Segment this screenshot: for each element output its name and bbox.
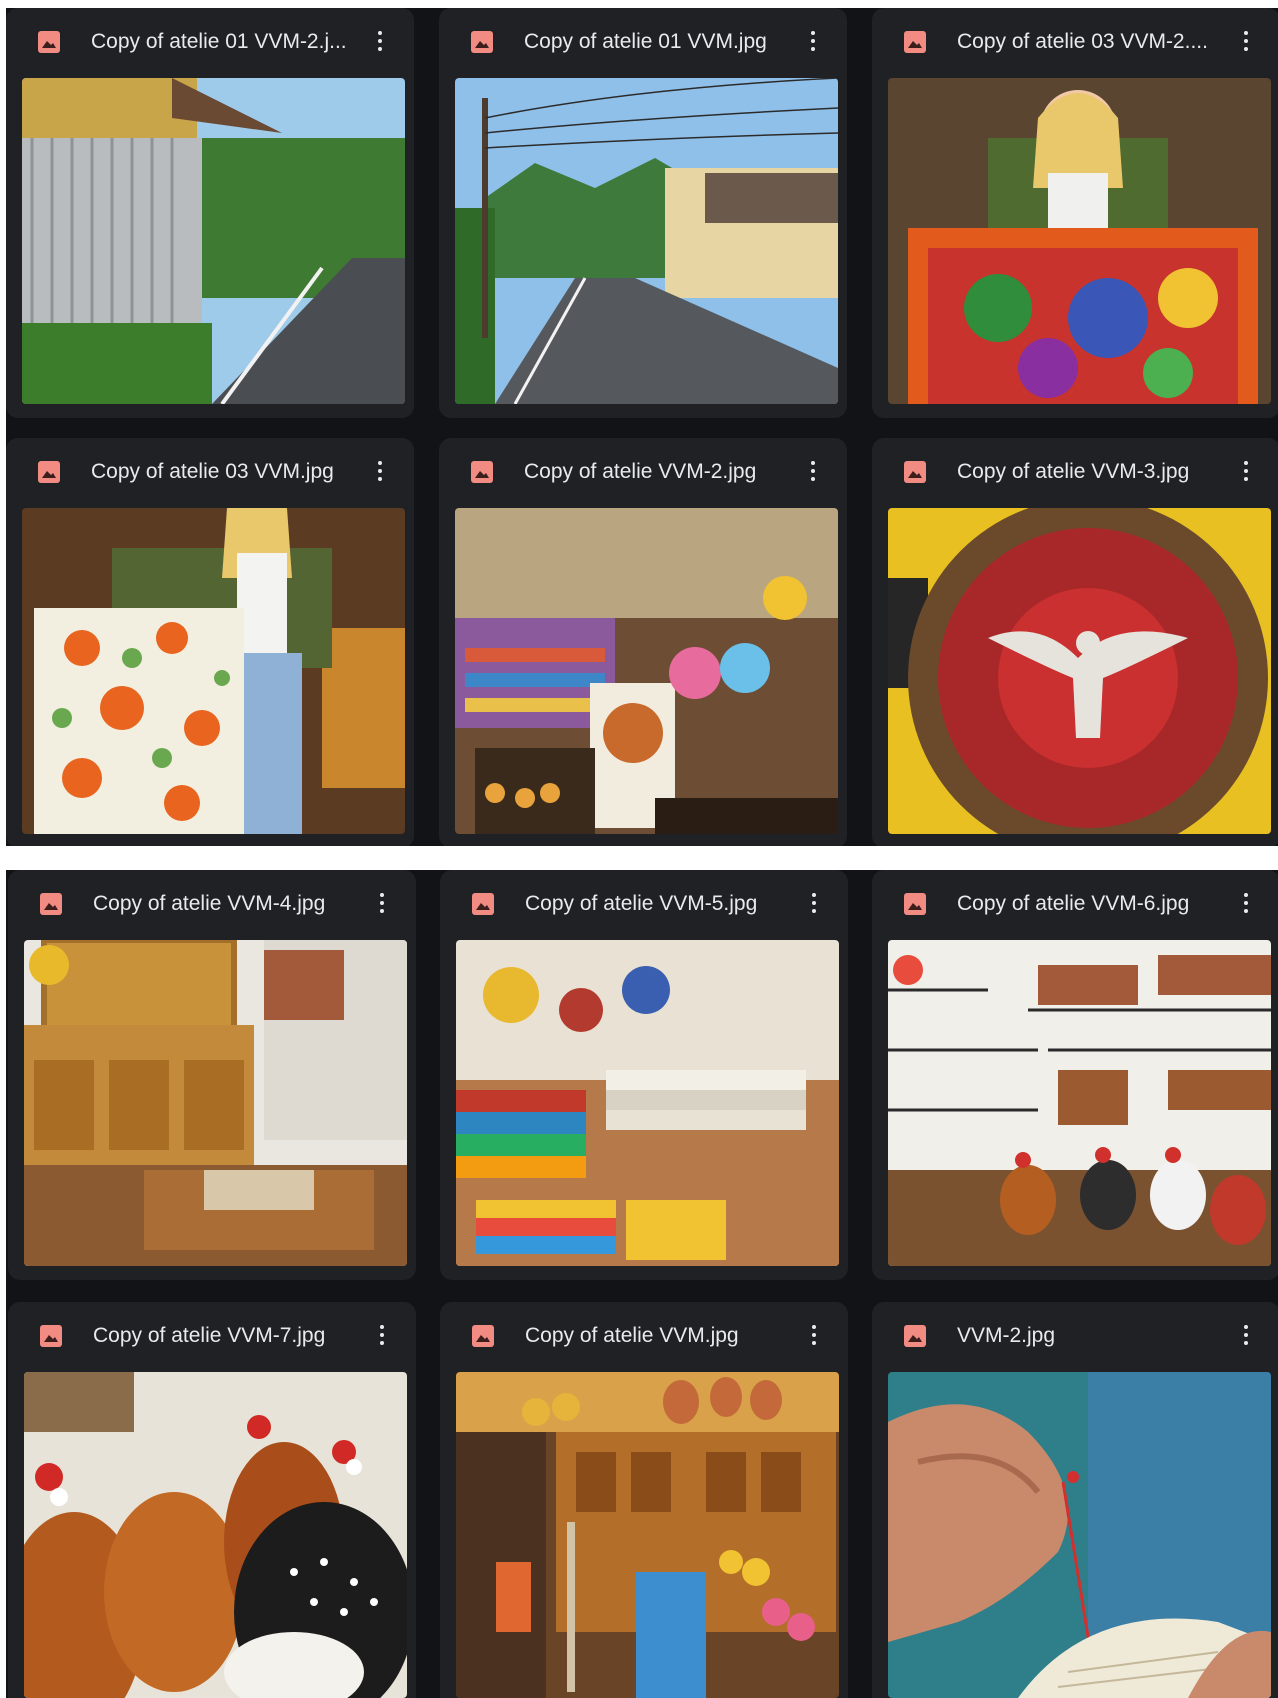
more-vert-icon[interactable]: [374, 888, 390, 918]
file-card-header: Copy of atelie VVM-4.jpg: [8, 870, 416, 936]
image-thumbnail[interactable]: [456, 1372, 839, 1698]
file-card[interactable]: Copy of atelie 01 VVM.jpg: [439, 8, 847, 418]
file-card[interactable]: Copy of atelie VVM-4.jpg: [8, 870, 416, 1280]
file-card[interactable]: Copy of atelie VVM-3.jpg: [872, 438, 1278, 846]
image-thumbnail[interactable]: [455, 78, 838, 404]
more-vert-icon[interactable]: [1238, 1320, 1254, 1350]
image-thumbnail[interactable]: [455, 508, 838, 834]
file-grid-section-2: Copy of atelie VVM-4.jpg Copy of atelie …: [6, 870, 1278, 1698]
file-name[interactable]: Copy of atelie VVM-5.jpg: [525, 891, 795, 917]
more-vert-icon[interactable]: [805, 456, 821, 486]
image-file-icon: [472, 893, 494, 915]
image-file-icon: [40, 1325, 62, 1347]
more-vert-icon[interactable]: [806, 888, 822, 918]
more-vert-icon[interactable]: [372, 456, 388, 486]
file-card-header: Copy of atelie 01 VVM.jpg: [439, 8, 847, 74]
more-vert-icon[interactable]: [1238, 456, 1254, 486]
file-card[interactable]: Copy of atelie 01 VVM-2.j...: [6, 8, 414, 418]
image-file-icon: [40, 893, 62, 915]
image-thumbnail[interactable]: [888, 1372, 1271, 1698]
file-name[interactable]: Copy of atelie VVM.jpg: [525, 1323, 795, 1349]
file-name[interactable]: Copy of atelie VVM-7.jpg: [93, 1323, 363, 1349]
file-name[interactable]: Copy of atelie VVM-6.jpg: [957, 891, 1227, 917]
file-grid-section-1: Copy of atelie 01 VVM-2.j... Copy of ate…: [6, 8, 1278, 846]
file-card[interactable]: Copy of atelie VVM-6.jpg: [872, 870, 1278, 1280]
file-card[interactable]: Copy of atelie VVM.jpg: [440, 1302, 848, 1698]
file-card[interactable]: Copy of atelie VVM-7.jpg: [8, 1302, 416, 1698]
more-vert-icon[interactable]: [1238, 26, 1254, 56]
more-vert-icon[interactable]: [374, 1320, 390, 1350]
file-card-header: Copy of atelie VVM.jpg: [440, 1302, 848, 1368]
image-file-icon: [471, 461, 493, 483]
image-thumbnail[interactable]: [456, 940, 839, 1266]
file-name[interactable]: Copy of atelie VVM-4.jpg: [93, 891, 363, 917]
file-name[interactable]: Copy of atelie 01 VVM.jpg: [524, 29, 794, 55]
file-name[interactable]: Copy of atelie VVM-3.jpg: [957, 459, 1227, 485]
image-file-icon: [904, 1325, 926, 1347]
file-card-header: Copy of atelie 03 VVM-2....: [872, 8, 1278, 74]
image-thumbnail[interactable]: [24, 940, 407, 1266]
file-card[interactable]: Copy of atelie 03 VVM.jpg: [6, 438, 414, 846]
file-card-header: Copy of atelie 01 VVM-2.j...: [6, 8, 414, 74]
image-thumbnail[interactable]: [888, 940, 1271, 1266]
file-name[interactable]: Copy of atelie 01 VVM-2.j...: [91, 29, 361, 55]
more-vert-icon[interactable]: [806, 1320, 822, 1350]
image-thumbnail[interactable]: [24, 1372, 407, 1698]
image-file-icon: [38, 461, 60, 483]
file-card[interactable]: Copy of atelie 03 VVM-2....: [872, 8, 1278, 418]
file-card[interactable]: Copy of atelie VVM-5.jpg: [440, 870, 848, 1280]
file-card-header: Copy of atelie VVM-2.jpg: [439, 438, 847, 504]
more-vert-icon[interactable]: [805, 26, 821, 56]
image-file-icon: [38, 31, 60, 53]
image-file-icon: [904, 31, 926, 53]
file-name[interactable]: Copy of atelie VVM-2.jpg: [524, 459, 794, 485]
image-file-icon: [904, 461, 926, 483]
file-card-header: Copy of atelie VVM-5.jpg: [440, 870, 848, 936]
file-card-header: Copy of atelie VVM-7.jpg: [8, 1302, 416, 1368]
file-card[interactable]: Copy of atelie VVM-2.jpg: [439, 438, 847, 846]
image-thumbnail[interactable]: [888, 78, 1271, 404]
more-vert-icon[interactable]: [1238, 888, 1254, 918]
file-card-header: Copy of atelie 03 VVM.jpg: [6, 438, 414, 504]
file-name[interactable]: Copy of atelie 03 VVM.jpg: [91, 459, 361, 485]
image-thumbnail[interactable]: [22, 78, 405, 404]
file-card-header: VVM-2.jpg: [872, 1302, 1278, 1368]
file-card-header: Copy of atelie VVM-6.jpg: [872, 870, 1278, 936]
image-file-icon: [472, 1325, 494, 1347]
image-thumbnail[interactable]: [888, 508, 1271, 834]
file-card-header: Copy of atelie VVM-3.jpg: [872, 438, 1278, 504]
image-file-icon: [471, 31, 493, 53]
file-card[interactable]: VVM-2.jpg: [872, 1302, 1278, 1698]
file-name[interactable]: VVM-2.jpg: [957, 1323, 1227, 1349]
image-thumbnail[interactable]: [22, 508, 405, 834]
image-file-icon: [904, 893, 926, 915]
file-name[interactable]: Copy of atelie 03 VVM-2....: [957, 29, 1227, 55]
more-vert-icon[interactable]: [372, 26, 388, 56]
